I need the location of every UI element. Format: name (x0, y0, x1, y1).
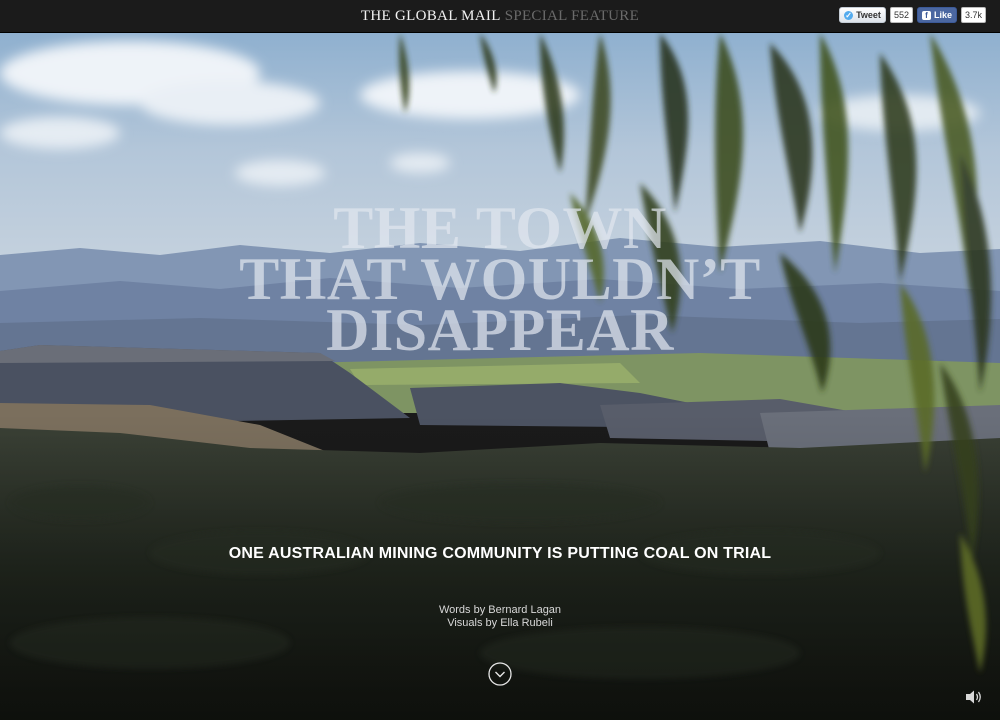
speaker-icon (966, 690, 981, 704)
brand-feature-label: SPECIAL FEATURE (504, 8, 640, 24)
feature-headline: THE TOWN THAT WOULDN’T DISAPPEAR (0, 198, 1000, 363)
brand-name[interactable]: THE GLOBAL MAIL (361, 8, 501, 24)
hero-section: THE TOWN THAT WOULDN’T DISAPPEAR ONE AUS… (0, 33, 1000, 720)
facebook-like-button[interactable]: f Like (916, 7, 957, 23)
top-bar: THE GLOBAL MAIL SPECIAL FEATURE ✓ Tweet 5… (0, 0, 1000, 33)
visuals-byline: Visuals by Ella Rubeli (447, 617, 553, 629)
chevron-down-circle-icon (488, 662, 512, 686)
words-byline: Words by Bernard Lagan (438, 604, 562, 616)
tweet-count: 552 (889, 7, 913, 23)
tweet-label: Tweet (856, 10, 881, 20)
like-label: Like (933, 10, 952, 20)
byline-credits: Words by Bernard Lagan Visuals by Ella R… (0, 604, 1000, 630)
sound-toggle-button[interactable] (965, 689, 983, 705)
headline-line: DISAPPEAR (326, 297, 674, 363)
tweet-button[interactable]: ✓ Tweet (839, 7, 886, 23)
social-buttons: ✓ Tweet 552 f Like 3.7k (839, 7, 986, 23)
scroll-down-button[interactable] (488, 662, 512, 686)
feature-subtitle: ONE AUSTRALIAN MINING COMMUNITY IS PUTTI… (228, 545, 772, 562)
like-count: 3.7k (960, 7, 986, 23)
twitter-bird-icon: ✓ (844, 10, 854, 20)
facebook-f-icon: f (921, 10, 931, 20)
